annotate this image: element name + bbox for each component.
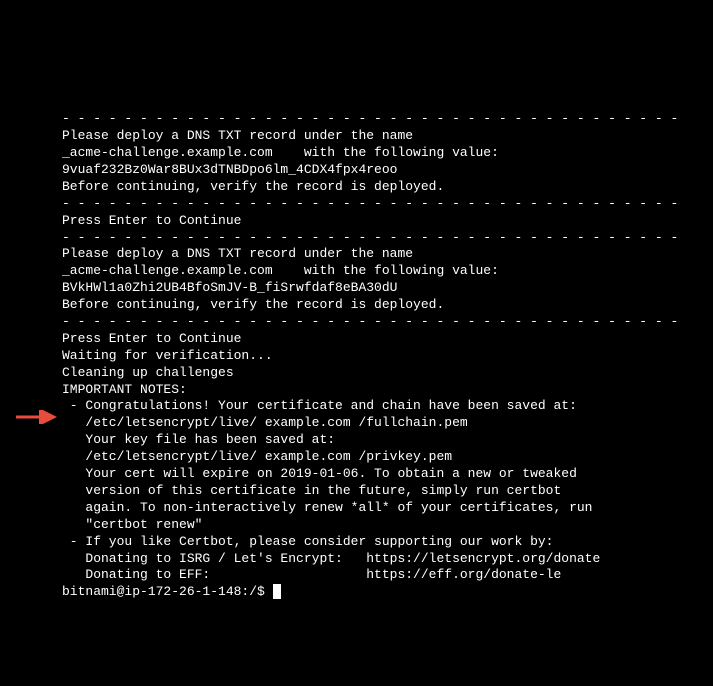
terminal-line: - If you like Certbot, please consider s…: [62, 534, 713, 551]
terminal-line: Your key file has been saved at:: [62, 432, 713, 449]
terminal-line: - - - - - - - - - - - - - - - - - - - - …: [62, 230, 713, 247]
annotation-arrow: [0, 393, 45, 407]
terminal-line: Your cert will expire on 2019-01-06. To …: [62, 466, 713, 483]
terminal-output: - - - - - - - - - - - - - - - - - - - - …: [62, 111, 713, 584]
terminal-line: - - - - - - - - - - - - - - - - - - - - …: [62, 314, 713, 331]
terminal-line: Press Enter to Continue: [62, 331, 713, 348]
terminal-line: Press Enter to Continue: [62, 213, 713, 230]
terminal-line: Waiting for verification...: [62, 348, 713, 365]
terminal-line: _acme-challenge.example.com with the fol…: [62, 263, 713, 280]
terminal-line: _acme-challenge.example.com with the fol…: [62, 145, 713, 162]
terminal-line: again. To non-interactively renew *all* …: [62, 500, 713, 517]
terminal-line: Donating to EFF: https://eff.org/donate-…: [62, 567, 713, 584]
terminal-line: - - - - - - - - - - - - - - - - - - - - …: [62, 196, 713, 213]
terminal-line: Before continuing, verify the record is …: [62, 297, 713, 314]
terminal-line: Donating to ISRG / Let's Encrypt: https:…: [62, 551, 713, 568]
terminal-line: /etc/letsencrypt/live/ example.com /full…: [62, 415, 713, 432]
terminal-line: /etc/letsencrypt/live/ example.com /priv…: [62, 449, 713, 466]
terminal-line: - - - - - - - - - - - - - - - - - - - - …: [62, 111, 713, 128]
terminal-line: Please deploy a DNS TXT record under the…: [62, 246, 713, 263]
terminal-line: IMPORTANT NOTES:: [62, 382, 713, 399]
terminal-line: 9vuaf232Bz0War8BUx3dTNBDpo6lm_4CDX4fpx4r…: [62, 162, 713, 179]
terminal-line: - Congratulations! Your certificate and …: [62, 398, 713, 415]
terminal-line: Cleaning up challenges: [62, 365, 713, 382]
terminal-line: Before continuing, verify the record is …: [62, 179, 713, 196]
terminal-prompt-line[interactable]: bitnami@ip-172-26-1-148:/$: [62, 584, 713, 601]
terminal-cursor: [273, 584, 281, 599]
terminal-line: version of this certificate in the futur…: [62, 483, 713, 500]
terminal-line: BVkHWl1a0Zhi2UB4BfoSmJV-B_fiSrwfdaf8eBA3…: [62, 280, 713, 297]
terminal-line: Please deploy a DNS TXT record under the…: [62, 128, 713, 145]
terminal-line: "certbot renew": [62, 517, 713, 534]
terminal-prompt: bitnami@ip-172-26-1-148:/$: [62, 584, 273, 599]
